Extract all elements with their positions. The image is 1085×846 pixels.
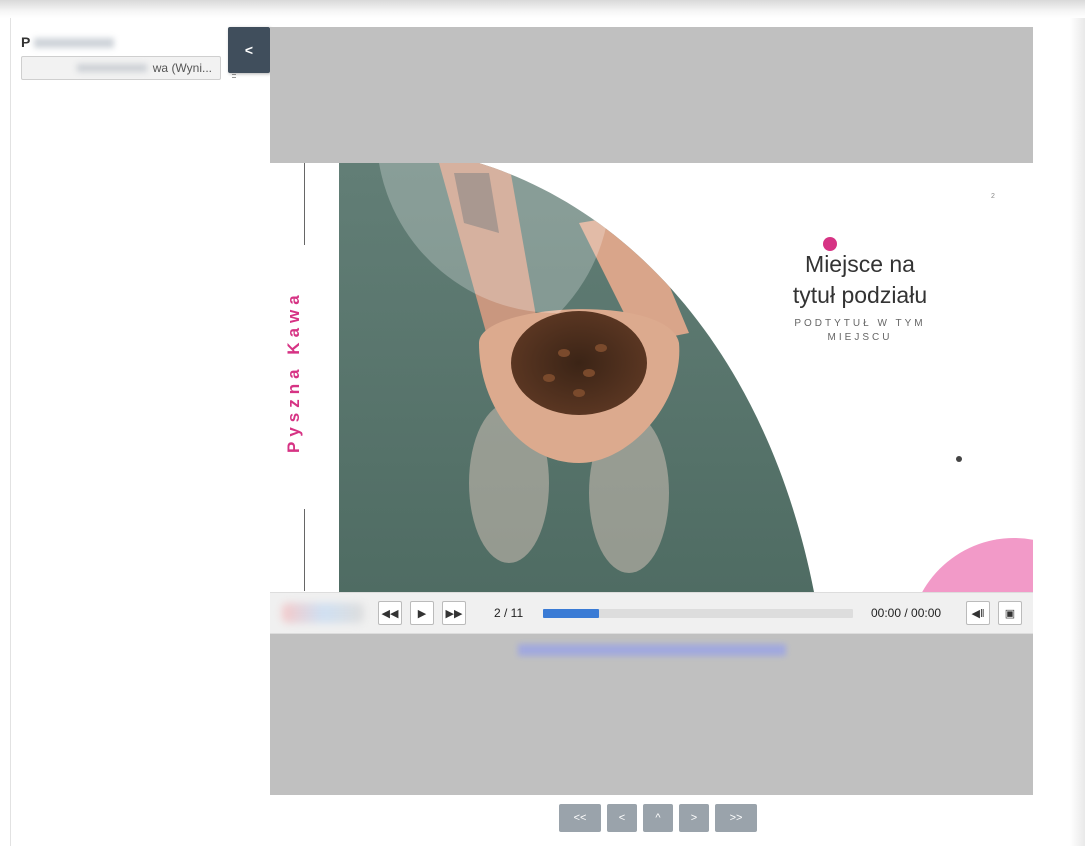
last-slide-button[interactable]: >>	[715, 804, 757, 832]
panel-title: P	[21, 34, 115, 50]
slide-title-line1: Miejsce na	[805, 251, 915, 277]
volume-icon: ◀‖	[971, 607, 985, 620]
blurred-link[interactable]	[518, 644, 786, 656]
forward-button[interactable]: ▶▶	[442, 601, 466, 625]
grey-dot	[956, 456, 962, 462]
rewind-icon: ◀◀	[381, 607, 399, 620]
rewind-button[interactable]: ◀◀	[378, 601, 402, 625]
slide-counter: 2 / 11	[494, 606, 524, 620]
presentation-dropdown[interactable]: wa (Wyni...	[21, 56, 221, 80]
slide-title-line2: tytuł podziału	[792, 282, 928, 308]
prev-slide-button[interactable]: <	[607, 804, 637, 832]
fullscreen-button[interactable]: ▣	[998, 601, 1022, 625]
side-line-bottom	[304, 509, 305, 591]
slide: Pyszna Kawa 2 Miejsce na tytuł podziału …	[270, 163, 1033, 592]
side-line-top	[304, 163, 305, 245]
up-button[interactable]: ^	[643, 804, 673, 832]
vertical-brand-text: Pyszna Kawa	[284, 290, 303, 453]
coffee-photo	[339, 163, 1033, 592]
slide-navigation: << < ^ > >>	[559, 804, 757, 832]
play-icon: ▶	[417, 607, 427, 620]
fast-forward-icon: ▶▶	[445, 607, 463, 620]
volume-button[interactable]: ◀‖	[966, 601, 990, 625]
presentation-viewer: Pyszna Kawa 2 Miejsce na tytuł podziału …	[270, 27, 1033, 795]
slide-subtitle: PODTYTUŁ W TYM MIEJSCU	[794, 318, 926, 343]
progress-fill	[543, 609, 599, 618]
time-display: 00:00 / 00:00	[871, 606, 942, 620]
brand-logo	[282, 603, 364, 623]
slide-number: 2	[991, 193, 995, 200]
progress-bar[interactable]	[543, 609, 853, 618]
next-slide-button[interactable]: >	[679, 804, 709, 832]
player-controls: ◀◀ ▶ ▶▶ 2 / 11 00:00 / 00:00 ◀‖ ▣	[270, 592, 1033, 634]
top-shadow	[0, 0, 1085, 18]
slide-title: Miejsce na tytuł podziału	[750, 249, 970, 311]
fullscreen-icon: ▣	[1004, 607, 1016, 620]
collapse-panel-button[interactable]: <	[228, 27, 270, 73]
left-panel: P wa (Wyni...	[10, 18, 236, 846]
dropdown-value: wa (Wyni...	[152, 61, 212, 75]
right-shade	[1070, 18, 1085, 846]
first-slide-button[interactable]: <<	[559, 804, 601, 832]
play-button[interactable]: ▶	[410, 601, 434, 625]
